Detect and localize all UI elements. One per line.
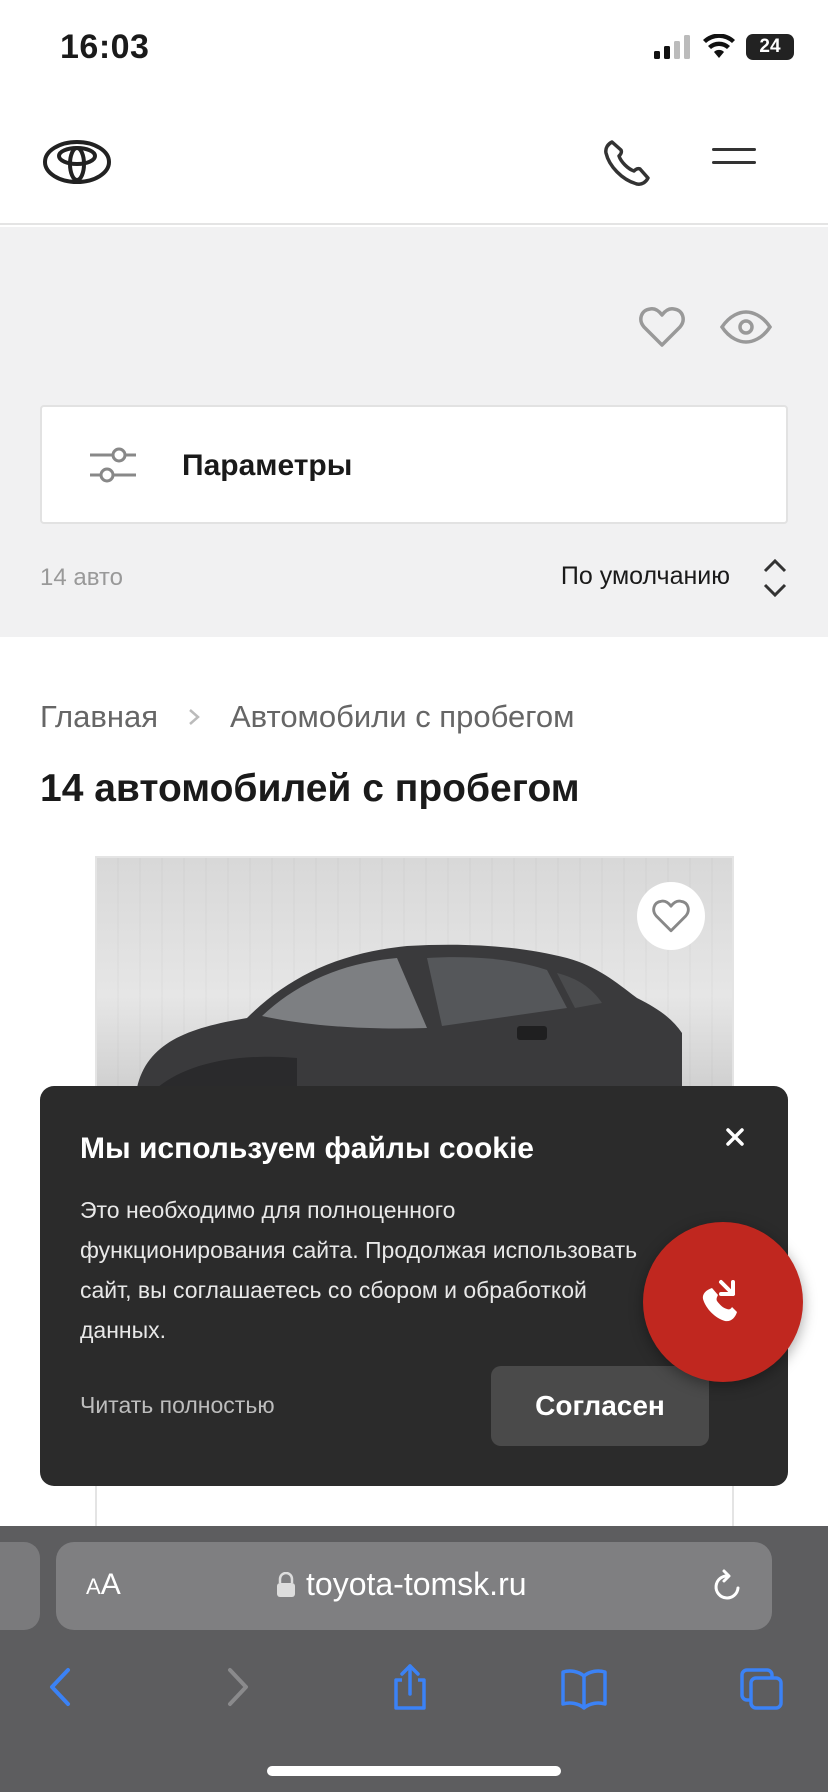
parameters-button[interactable]: Параметры: [40, 405, 788, 524]
wifi-icon: [703, 34, 735, 58]
cookie-text: Это необходимо для полноценного функцион…: [80, 1197, 638, 1343]
breadcrumb-home[interactable]: Главная: [40, 699, 158, 735]
signal-icon: [654, 35, 690, 59]
status-icons: 24: [654, 34, 794, 60]
car-photo[interactable]: [97, 858, 732, 1088]
sort-chevrons-icon[interactable]: [760, 553, 790, 603]
viewed-eye-icon[interactable]: [720, 309, 772, 345]
incoming-call-icon: [702, 1280, 737, 1322]
cookie-read-more-link[interactable]: Читать полностью: [80, 1392, 275, 1419]
browser-toolbar: [0, 1654, 828, 1724]
tabs-icon[interactable]: [738, 1662, 786, 1712]
sliders-icon: [90, 447, 136, 483]
bookmarks-icon[interactable]: [560, 1662, 608, 1712]
battery-level: 24: [759, 36, 781, 57]
share-icon[interactable]: [386, 1662, 434, 1712]
reader-aa-button[interactable]: AA: [86, 1568, 121, 1602]
lock-icon: [277, 1571, 295, 1597]
reload-icon[interactable]: [710, 1568, 744, 1604]
breadcrumb: Главная Автомобили с пробегом: [40, 699, 574, 735]
parameters-label: Параметры: [182, 449, 353, 482]
site-header: [0, 100, 828, 225]
favorites-heart-icon[interactable]: [638, 305, 686, 349]
previous-tab-preview[interactable]: [0, 1542, 40, 1630]
car-favorite-button[interactable]: [637, 882, 705, 950]
breadcrumb-current[interactable]: Автомобили с пробегом: [230, 699, 574, 735]
url-display[interactable]: toyota-tomsk.ru: [276, 1566, 527, 1603]
toyota-logo[interactable]: [42, 138, 112, 186]
status-time: 16:03: [60, 28, 150, 66]
phone-icon[interactable]: [600, 136, 654, 190]
home-indicator[interactable]: [267, 1766, 561, 1776]
back-icon[interactable]: [38, 1662, 86, 1712]
hamburger-menu-icon[interactable]: [712, 148, 756, 178]
filter-area: Параметры 14 авто По умолчанию: [0, 227, 828, 637]
cookie-title: Мы используем файлы cookie: [80, 1132, 534, 1165]
address-bar[interactable]: AA toyota-tomsk.ru: [56, 1542, 772, 1630]
cars-count: 14 авто: [40, 564, 124, 591]
browser-bottom-bar: AA toyota-tomsk.ru: [0, 1526, 828, 1792]
close-icon[interactable]: [720, 1122, 750, 1152]
sort-dropdown[interactable]: По умолчанию: [561, 562, 730, 591]
chevron-right-icon: [189, 709, 200, 725]
heart-icon: [652, 899, 690, 933]
page-title: 14 автомобилей с пробегом: [40, 767, 580, 810]
forward-icon[interactable]: [212, 1662, 260, 1712]
battery-icon: 24: [746, 34, 794, 60]
cookie-accept-button[interactable]: Согласен: [491, 1366, 709, 1446]
url-text: toyota-tomsk.ru: [306, 1566, 527, 1602]
status-bar: 16:03 24: [0, 0, 828, 100]
car-image: [137, 944, 682, 1088]
callback-button[interactable]: [643, 1222, 803, 1382]
